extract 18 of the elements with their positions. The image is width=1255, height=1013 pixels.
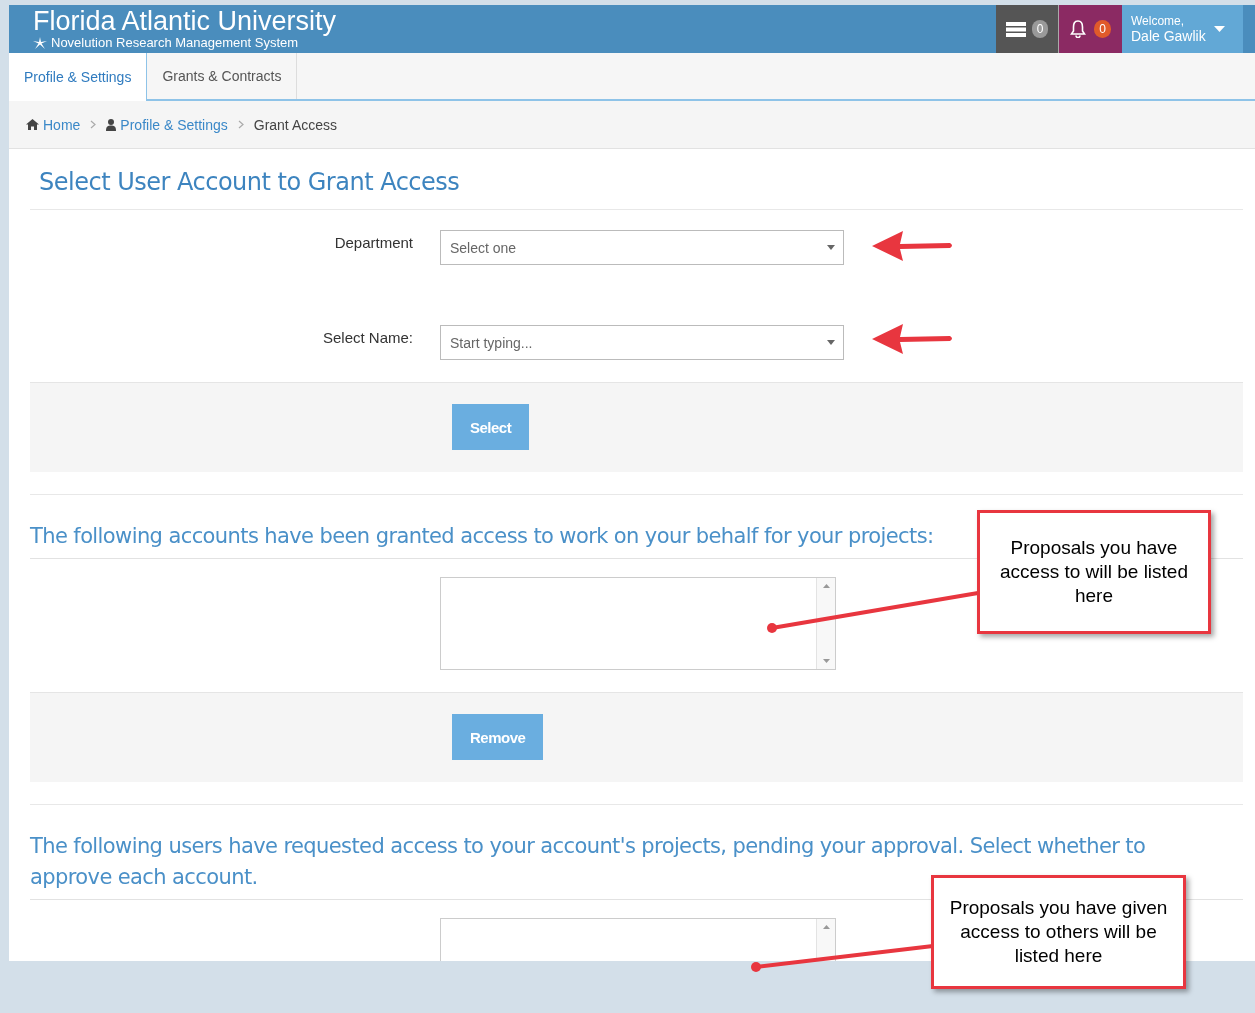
current-page-label: Grant Access bbox=[253, 116, 337, 133]
messages-count-badge: 0 bbox=[1031, 20, 1049, 38]
remove-button[interactable]: Remove bbox=[452, 714, 544, 760]
nav-tab[interactable]: Profile & Settings bbox=[9, 53, 148, 101]
breadcrumb-link[interactable]: Home bbox=[43, 116, 81, 133]
dropdown-field[interactable]: Select one bbox=[440, 230, 844, 265]
field-label: Select Name: bbox=[321, 328, 413, 346]
callout-note: Proposals you have access to will be listed here bbox=[977, 510, 1211, 634]
university-title: Florida Atlantic University bbox=[33, 7, 338, 35]
select-button[interactable]: Select bbox=[452, 404, 530, 450]
notifications-count-badge: 0 bbox=[1094, 20, 1111, 38]
field-label: Department bbox=[333, 233, 413, 251]
callout-note: Proposals you have given access to others will be listed here bbox=[931, 875, 1186, 989]
user-menu[interactable]: Welcome, Dale Gawlik bbox=[1122, 5, 1243, 53]
system-subtitle: Novelution Research Management System bbox=[51, 35, 299, 50]
page-title: Select User Account to Grant Access bbox=[30, 149, 1243, 210]
breadcrumb-link[interactable]: Profile & Settings bbox=[120, 116, 228, 133]
dropdown-field[interactable]: Start typing... bbox=[440, 325, 844, 360]
